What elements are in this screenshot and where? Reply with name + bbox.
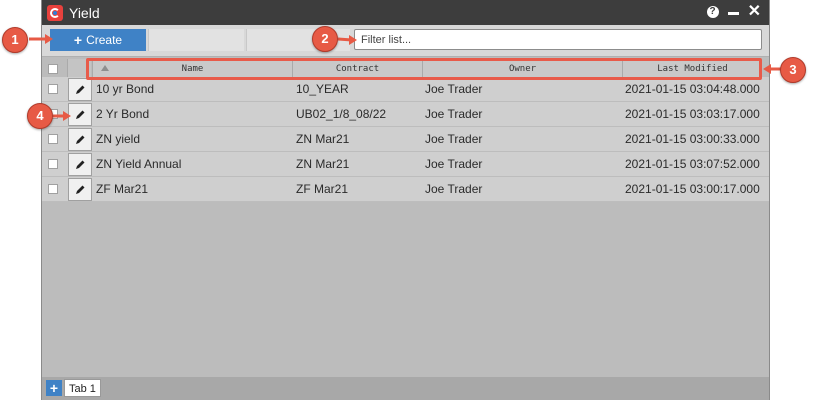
pencil-icon bbox=[76, 85, 85, 94]
close-icon[interactable]: ✕ bbox=[748, 4, 761, 20]
row-checkbox[interactable] bbox=[48, 159, 58, 169]
callout-4: 4 bbox=[27, 103, 53, 129]
edit-button[interactable] bbox=[68, 78, 92, 101]
pencil-icon bbox=[76, 135, 85, 144]
minimize-icon[interactable] bbox=[727, 11, 739, 15]
window-controls: ? ✕ bbox=[706, 4, 761, 20]
row-checkbox[interactable] bbox=[48, 134, 58, 144]
row-check-cell bbox=[42, 177, 67, 202]
cell-name: ZF Mar21 bbox=[96, 182, 149, 196]
tab-1[interactable]: Tab 1 bbox=[64, 379, 101, 397]
cell-contract: ZN Mar21 bbox=[296, 157, 350, 171]
toolbar-slot[interactable] bbox=[148, 29, 244, 51]
toolbar: + Create bbox=[42, 25, 769, 57]
cell-last-modified: 2021-01-15 03:00:17.000 bbox=[625, 182, 760, 196]
row-check-cell bbox=[42, 127, 67, 152]
callout-1: 1 bbox=[2, 27, 28, 53]
title-bar: Yield ? ✕ bbox=[42, 0, 769, 25]
cell-name: 10 yr Bond bbox=[96, 82, 155, 96]
cell-last-modified: 2021-01-15 03:00:33.000 bbox=[625, 132, 760, 146]
edit-button[interactable] bbox=[68, 153, 92, 176]
filter-input[interactable] bbox=[354, 29, 762, 50]
table-row[interactable]: 10 yr Bond 10_YEAR Joe Trader 2021-01-15… bbox=[42, 77, 769, 102]
tab-bar: + Tab 1 bbox=[42, 377, 769, 400]
row-check-cell bbox=[42, 77, 67, 102]
app-logo-icon bbox=[47, 4, 63, 21]
table-row[interactable]: ZN yield ZN Mar21 Joe Trader 2021-01-15 … bbox=[42, 127, 769, 152]
table-row[interactable]: ZF Mar21 ZF Mar21 Joe Trader 2021-01-15 … bbox=[42, 177, 769, 202]
column-header-highlight bbox=[86, 58, 762, 80]
cell-owner: Joe Trader bbox=[425, 82, 483, 96]
cell-owner: Joe Trader bbox=[425, 182, 483, 196]
cell-owner: Joe Trader bbox=[425, 132, 483, 146]
cell-last-modified: 2021-01-15 03:07:52.000 bbox=[625, 157, 760, 171]
edit-button[interactable] bbox=[68, 103, 92, 126]
cell-name: 2 Yr Bond bbox=[96, 107, 150, 121]
cell-owner: Joe Trader bbox=[425, 157, 483, 171]
add-tab-button[interactable]: + bbox=[46, 380, 62, 396]
create-button[interactable]: + Create bbox=[50, 29, 146, 51]
select-all-checkbox[interactable] bbox=[48, 64, 58, 74]
callout-2: 2 bbox=[312, 26, 338, 52]
create-button-label: Create bbox=[86, 33, 123, 47]
table-row[interactable]: 2 Yr Bond UB02_1/8_08/22 Joe Trader 2021… bbox=[42, 102, 769, 127]
edit-button[interactable] bbox=[68, 178, 92, 201]
cell-contract: ZN Mar21 bbox=[296, 132, 350, 146]
cell-contract: 10_YEAR bbox=[296, 82, 349, 96]
plus-icon: + bbox=[73, 32, 83, 48]
cell-name: ZN yield bbox=[96, 132, 141, 146]
table-row[interactable]: ZN Yield Annual ZN Mar21 Joe Trader 2021… bbox=[42, 152, 769, 177]
cell-last-modified: 2021-01-15 03:03:17.000 bbox=[625, 107, 760, 121]
cell-contract: UB02_1/8_08/22 bbox=[296, 107, 387, 121]
row-checkbox[interactable] bbox=[48, 84, 58, 94]
grid-empty-area bbox=[42, 207, 769, 377]
cell-name: ZN Yield Annual bbox=[96, 157, 182, 171]
help-icon[interactable]: ? bbox=[706, 6, 719, 18]
pencil-icon bbox=[76, 160, 85, 169]
pencil-icon bbox=[76, 110, 85, 119]
row-checkbox[interactable] bbox=[48, 184, 58, 194]
edit-button[interactable] bbox=[68, 128, 92, 151]
window-title: Yield bbox=[69, 4, 100, 21]
cell-owner: Joe Trader bbox=[425, 107, 483, 121]
cell-contract: ZF Mar21 bbox=[296, 182, 349, 196]
pencil-icon bbox=[76, 185, 85, 194]
callout-3: 3 bbox=[780, 57, 806, 83]
cell-last-modified: 2021-01-15 03:04:48.000 bbox=[625, 82, 760, 96]
row-check-cell bbox=[42, 152, 67, 177]
